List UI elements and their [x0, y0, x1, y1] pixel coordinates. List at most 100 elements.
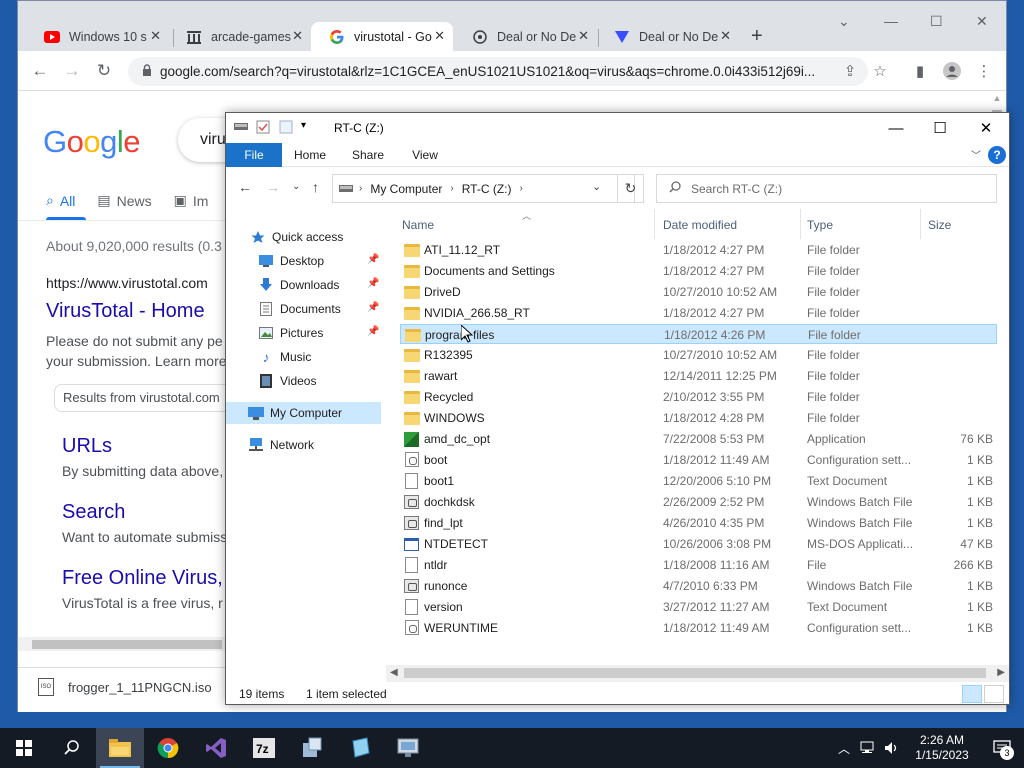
file-row[interactable]: NTDETECT 10/26/2006 3:08 PM MS-DOS Applica… — [400, 534, 997, 554]
minimize-icon[interactable]: — — [884, 13, 898, 29]
tab-deal-2[interactable]: Deal or No De ✕ — [596, 22, 739, 51]
google-logo[interactable]: Google — [43, 124, 141, 160]
scroll-right-icon[interactable]: ▶ — [997, 667, 1005, 678]
explorer-address-bar[interactable]: › My Computer › RT-C (Z:) › — [332, 174, 635, 203]
action-center-button[interactable]: 3 — [980, 728, 1024, 768]
ribbon-tab-view[interactable]: View — [403, 143, 447, 167]
sublink-urls[interactable]: URLs — [62, 435, 112, 458]
nav-documents[interactable]: Documents — [258, 298, 378, 320]
close-tab-icon[interactable]: ✕ — [434, 28, 445, 44]
help-icon[interactable]: ? — [988, 146, 1006, 164]
file-row[interactable]: boot1 12/20/2006 5:10 PM Text Document 1 KB — [400, 471, 997, 491]
taskbar-installer[interactable] — [288, 728, 336, 768]
close-tab-icon[interactable]: ✕ — [578, 28, 589, 44]
scroll-thumb[interactable] — [404, 668, 986, 678]
scroll-up-icon[interactable]: ▲ — [990, 93, 1004, 109]
sublink-free-online[interactable]: Free Online Virus, — [62, 567, 223, 590]
breadcrumb-my-computer[interactable]: My Computer — [370, 182, 442, 196]
google-tab-all[interactable]: ⌕ All — [46, 192, 75, 209]
file-row[interactable]: Documents and Settings 1/18/2012 4:27 PM F… — [400, 261, 997, 281]
file-row[interactable]: rawart 12/14/2011 12:25 PM File folder — [400, 366, 997, 386]
ribbon-tab-share[interactable]: Share — [346, 143, 390, 167]
new-tab-button[interactable]: + — [751, 25, 763, 48]
breadcrumb-drive[interactable]: RT-C (Z:) — [462, 182, 512, 196]
details-view-button[interactable] — [962, 685, 982, 703]
maximize-icon[interactable]: ☐ — [930, 13, 943, 30]
side-panel-icon[interactable]: ▮ — [908, 59, 932, 83]
taskbar-search-button[interactable] — [48, 728, 96, 768]
nav-my-computer[interactable]: My Computer — [226, 402, 381, 424]
column-separator[interactable] — [654, 209, 655, 239]
forward-button[interactable]: → — [266, 179, 280, 195]
menu-icon[interactable]: ⋮ — [972, 59, 996, 83]
column-header-name[interactable]: Name — [402, 218, 434, 232]
nav-network[interactable]: Network — [248, 434, 378, 456]
address-dropdown-icon[interactable]: ⌄ — [592, 180, 601, 193]
file-row[interactable]: program files 1/18/2012 4:26 PM File folde… — [400, 324, 997, 344]
column-header-size[interactable]: Size — [928, 218, 951, 232]
recent-locations-icon[interactable]: ⌄ — [292, 181, 300, 192]
column-separator[interactable] — [920, 209, 921, 239]
column-separator[interactable] — [800, 209, 801, 239]
profile-avatar[interactable] — [940, 59, 964, 83]
google-tab-images[interactable]: ▣ Im — [174, 192, 209, 209]
quick-access-dropdown-icon[interactable]: ▾ — [301, 120, 306, 131]
taskbar-chrome[interactable] — [144, 728, 192, 768]
taskbar-clock[interactable]: 2:26 AM 1/15/2023 — [904, 733, 980, 763]
nav-desktop[interactable]: Desktop — [258, 250, 378, 272]
chevron-right-icon[interactable]: › — [520, 183, 523, 194]
file-row[interactable]: R132395 10/27/2010 10:52 AM File folder — [400, 345, 997, 365]
file-row[interactable]: version 3/27/2012 11:27 AM Text Document 1 … — [400, 597, 997, 617]
expand-ribbon-icon[interactable]: ﹀ — [971, 147, 981, 162]
close-tab-icon[interactable]: ✕ — [150, 28, 161, 44]
chevron-right-icon[interactable]: › — [359, 183, 362, 194]
volume-icon[interactable] — [880, 728, 904, 768]
explorer-search-input[interactable]: Search RT-C (Z:) — [656, 174, 997, 203]
maximize-icon[interactable]: ☐ — [928, 118, 952, 138]
back-button[interactable]: ← — [28, 59, 52, 83]
page-horizontal-scrollbar[interactable] — [18, 637, 226, 651]
nav-downloads[interactable]: Downloads — [258, 274, 378, 296]
chevron-right-icon[interactable]: › — [450, 183, 453, 194]
refresh-button[interactable]: ↻ — [617, 174, 644, 203]
ribbon-tab-file[interactable]: File — [226, 143, 282, 167]
back-button[interactable]: ← — [238, 179, 252, 195]
close-tab-icon[interactable]: ✕ — [292, 28, 303, 44]
file-row[interactable]: Recycled 2/10/2012 3:55 PM File folder — [400, 387, 997, 407]
network-status-icon[interactable] — [856, 728, 880, 768]
properties-icon[interactable] — [256, 120, 270, 137]
up-button[interactable]: ↑ — [312, 179, 319, 195]
pin-icon[interactable]: 📌 — [367, 302, 379, 313]
close-icon[interactable]: ✕ — [976, 13, 988, 30]
file-row[interactable]: NVIDIA_266.58_RT 1/18/2012 4:27 PM File fo… — [400, 303, 997, 323]
show-hidden-icons-icon[interactable]: ︿ — [832, 728, 856, 768]
tab-virustotal-google[interactable]: virustotal - Go ✕ — [311, 22, 453, 51]
nav-pictures[interactable]: Pictures — [258, 322, 378, 344]
scroll-left-icon[interactable]: ◀ — [390, 667, 398, 678]
reload-button[interactable]: ↻ — [92, 59, 116, 83]
sublink-search[interactable]: Search — [62, 501, 125, 524]
taskbar-notepad[interactable] — [336, 728, 384, 768]
scroll-thumb[interactable] — [32, 640, 222, 649]
column-header-type[interactable]: Type — [807, 218, 833, 232]
download-item[interactable]: ISO frogger_1_11PNGCN.iso — [38, 678, 212, 696]
tab-arcade[interactable]: arcade-games ✕ — [168, 22, 311, 51]
nav-videos[interactable]: Videos — [258, 370, 378, 392]
pin-icon[interactable]: 📌 — [367, 278, 379, 289]
file-row[interactable]: runonce 4/7/2010 6:33 PM Windows Batch Fil… — [400, 576, 997, 596]
file-row[interactable]: WERUNTIME 1/18/2012 11:49 AM Configuration… — [400, 618, 997, 638]
tab-youtube[interactable]: Windows 10 s ✕ — [26, 22, 169, 51]
bookmark-star-icon[interactable]: ☆ — [868, 59, 892, 83]
taskbar-file-explorer[interactable] — [96, 728, 144, 768]
close-icon[interactable]: ✕ — [974, 118, 998, 138]
taskbar-visual-studio[interactable] — [192, 728, 240, 768]
minimize-icon[interactable]: — — [884, 118, 908, 138]
column-header-date[interactable]: Date modified — [663, 218, 737, 232]
results-from-chip[interactable]: Results from virustotal.com — [54, 384, 234, 412]
share-icon[interactable]: ⇪ — [838, 59, 862, 83]
file-row[interactable]: DriveD 10/27/2010 10:52 AM File folder — [400, 282, 997, 302]
file-row[interactable]: boot 1/18/2012 11:49 AM Configuration sett… — [400, 450, 997, 470]
address-bar[interactable]: google.com/search?q=virustotal&rlz=1C1GC… — [128, 57, 868, 86]
google-tab-news[interactable]: ▤ News — [97, 192, 151, 209]
tab-deal-1[interactable]: Deal or No De ✕ — [454, 22, 597, 51]
